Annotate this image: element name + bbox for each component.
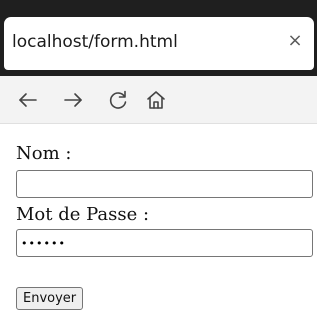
browser-tab-bar: localhost/form.html × — [0, 0, 317, 76]
forward-icon[interactable] — [61, 88, 85, 112]
password-input[interactable] — [16, 229, 313, 257]
password-label: Mot de Passe : — [16, 204, 150, 225]
tab-title: localhost/form.html — [12, 32, 178, 52]
close-tab-icon[interactable]: × — [286, 32, 304, 50]
name-label: Nom : — [16, 143, 72, 164]
home-icon[interactable] — [144, 88, 168, 112]
name-input[interactable] — [16, 170, 313, 198]
browser-tab[interactable]: localhost/form.html × — [4, 17, 314, 70]
browser-toolbar — [0, 76, 317, 124]
back-icon[interactable] — [16, 88, 40, 112]
page-content: Nom : Mot de Passe : Envoyer — [0, 125, 317, 310]
submit-button[interactable]: Envoyer — [16, 287, 84, 310]
reload-icon[interactable] — [106, 88, 130, 112]
